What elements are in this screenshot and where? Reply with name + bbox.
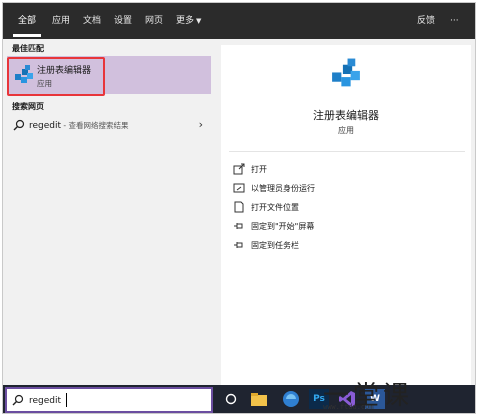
web-search-result[interactable]: regedit - 查看网络搜索结果 ›	[7, 115, 211, 137]
best-match-heading: 最佳匹配	[12, 44, 44, 53]
more-options-icon[interactable]: ···	[450, 3, 459, 39]
tab-web[interactable]: 网页	[145, 3, 163, 39]
text-cursor	[66, 393, 67, 407]
chevron-right-icon[interactable]: ›	[199, 118, 203, 131]
file-explorer-icon[interactable]	[249, 389, 269, 409]
action-open-file-location[interactable]: 打开文件位置	[233, 199, 433, 215]
registry-editor-icon	[15, 65, 33, 83]
web-search-hint: - 查看网络搜索结果	[61, 121, 129, 130]
search-input[interactable]	[29, 393, 199, 408]
tab-documents[interactable]: 文档	[83, 3, 101, 39]
task-view-icon[interactable]	[221, 389, 241, 409]
file-location-icon	[234, 201, 244, 213]
best-match-type: 应用	[37, 79, 52, 88]
detail-pane: 注册表编辑器 应用 打开 以管理员身份运行 打开文件位置 固定到"开始"屏幕 固…	[221, 45, 471, 385]
feedback-button[interactable]: 反馈	[417, 3, 435, 39]
action-label: 固定到"开始"屏幕	[251, 222, 315, 231]
action-pin-to-taskbar[interactable]: 固定到任务栏	[233, 237, 433, 253]
divider	[229, 151, 465, 152]
best-match-name: 注册表编辑器	[37, 66, 92, 76]
web-search-heading: 搜索网页	[12, 102, 44, 111]
app-preview: 注册表编辑器 应用	[221, 45, 471, 151]
action-label: 固定到任务栏	[251, 241, 299, 250]
app-kind: 应用	[338, 126, 354, 135]
action-open[interactable]: 打开	[233, 161, 433, 177]
action-label: 打开	[251, 165, 267, 174]
active-tab-indicator	[13, 34, 41, 37]
open-icon	[233, 163, 245, 175]
best-match-result[interactable]: 注册表编辑器 应用	[7, 56, 211, 94]
search-icon	[12, 394, 24, 406]
chevron-down-icon: ▼	[196, 17, 202, 25]
action-pin-to-start[interactable]: 固定到"开始"屏幕	[233, 218, 433, 234]
tab-apps[interactable]: 应用	[52, 3, 70, 39]
browser-icon[interactable]	[281, 389, 301, 409]
action-label: 以管理员身份运行	[251, 184, 315, 193]
action-run-as-admin[interactable]: 以管理员身份运行	[233, 180, 433, 196]
search-window: 全部 应用 文档 设置 网页 更多 ▼ 反馈 ··· 最佳匹配 注册表编辑器 应用…	[2, 2, 476, 414]
registry-editor-large-icon	[332, 58, 360, 87]
pin-icon	[234, 242, 243, 248]
run-as-admin-icon	[233, 183, 245, 193]
search-filter-bar: 全部 应用 文档 设置 网页 更多 ▼ 反馈 ···	[3, 3, 475, 39]
watermark-url: www.ftdu.com	[323, 403, 374, 411]
web-search-query: regedit	[29, 121, 62, 131]
app-title: 注册表编辑器	[313, 109, 379, 122]
results-pane: 最佳匹配 注册表编辑器 应用 搜索网页 regedit - 查看网络搜索结果 ›	[3, 39, 213, 385]
search-icon	[13, 119, 25, 131]
tab-more[interactable]: 更多 ▼	[176, 3, 201, 39]
action-label: 打开文件位置	[251, 203, 299, 212]
pin-icon	[234, 223, 243, 229]
tab-settings[interactable]: 设置	[114, 3, 132, 39]
taskbar-search-box[interactable]	[5, 387, 213, 413]
